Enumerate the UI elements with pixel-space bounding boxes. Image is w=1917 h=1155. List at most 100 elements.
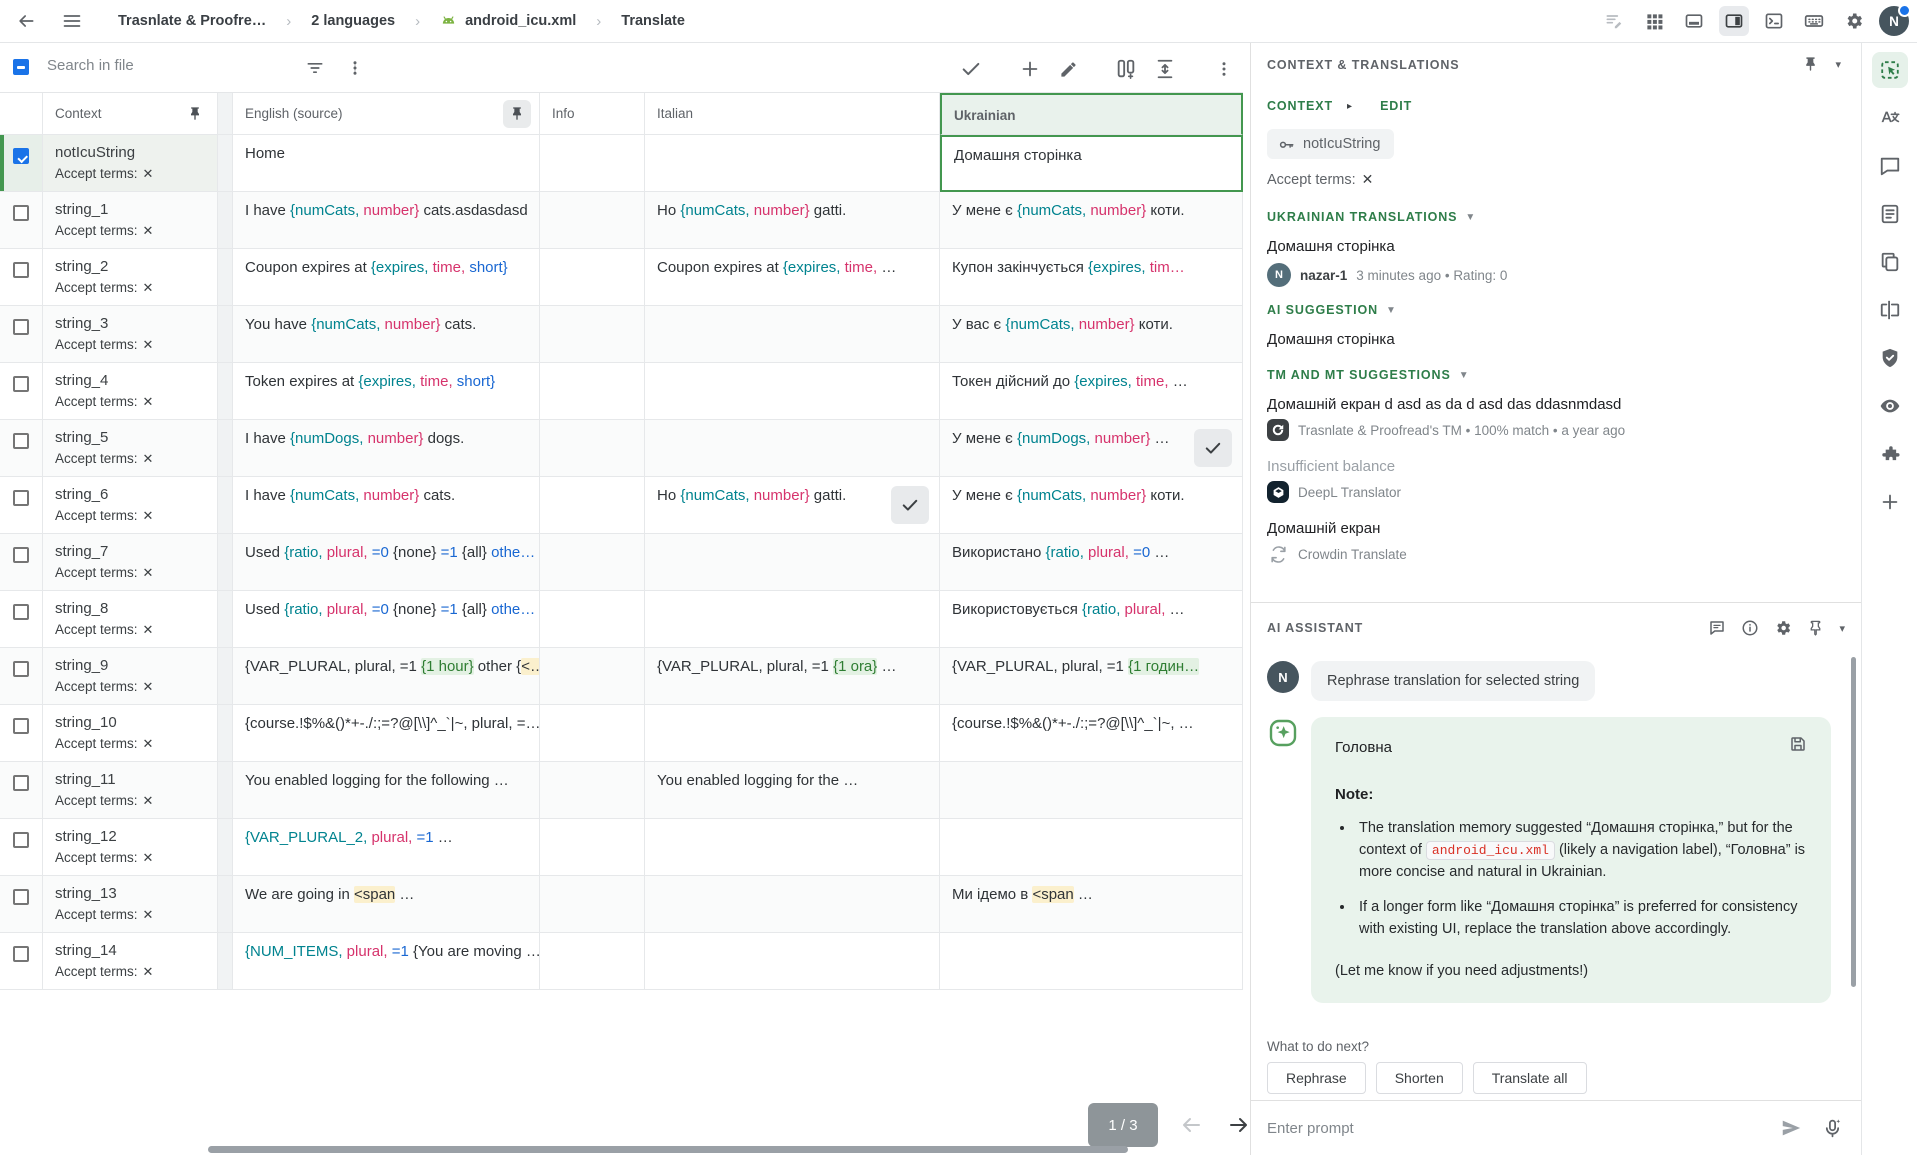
cell-english[interactable]: {NUM_ITEMS, plural, =1 {You are moving …	[233, 933, 540, 990]
cell-ukrainian[interactable]	[940, 819, 1243, 876]
cell-english[interactable]: Home	[233, 135, 540, 192]
prev-page-arrow-icon[interactable]	[1176, 1110, 1206, 1140]
cell-info[interactable]	[540, 648, 645, 705]
cell-english[interactable]: I have {numCats, number} cats.asdasdasd	[233, 192, 540, 249]
row-checkbox[interactable]	[13, 946, 29, 962]
cell-english[interactable]: {VAR_PLURAL_2, plural, =1 …	[233, 819, 540, 876]
cell-italian[interactable]	[645, 819, 940, 876]
cell-context[interactable]: string_1Accept terms:✕	[43, 192, 218, 249]
cell-italian[interactable]: You enabled logging for the …	[645, 762, 940, 819]
cell-context[interactable]: string_3Accept terms:✕	[43, 306, 218, 363]
row-checkbox[interactable]	[13, 490, 29, 506]
cell-context[interactable]: string_12Accept terms:✕	[43, 819, 218, 876]
cell-info[interactable]	[540, 192, 645, 249]
pin-icon[interactable]	[1802, 56, 1819, 73]
cell-english[interactable]: You have {numCats, number} cats.	[233, 306, 540, 363]
context-article-icon[interactable]	[1872, 196, 1908, 232]
pin-icon[interactable]	[181, 100, 209, 128]
cell-italian[interactable]	[645, 705, 940, 762]
tm-section-header[interactable]: TM AND MT SUGGESTIONS▼	[1267, 368, 1841, 382]
chevron-down-icon[interactable]: ▾	[1835, 58, 1841, 71]
cell-ukrainian[interactable]	[940, 762, 1243, 819]
split-view-icon[interactable]	[1112, 55, 1140, 83]
tm-suggestion-text[interactable]: Insufficient balance	[1267, 458, 1841, 475]
horizontal-scrollbar[interactable]	[208, 1146, 1128, 1153]
edit-queue-icon[interactable]	[1599, 6, 1629, 36]
keyboard-icon[interactable]	[1799, 6, 1829, 36]
cell-english[interactable]: Token expires at {expires, time, short}	[233, 363, 540, 420]
row-checkbox[interactable]	[13, 205, 29, 221]
shorten-button[interactable]: Shorten	[1376, 1062, 1463, 1094]
cell-italian[interactable]	[645, 591, 940, 648]
ai-suggestion-section-header[interactable]: AI SUGGESTION▼	[1267, 303, 1841, 317]
search-input[interactable]: Search in file	[47, 57, 134, 74]
cell-info[interactable]	[540, 477, 645, 534]
cell-italian[interactable]: Coupon expires at {expires, time, …	[645, 249, 940, 306]
cell-ukrainian[interactable]: У мене є {numCats, number} коти.	[940, 477, 1243, 534]
cell-english[interactable]: {course.!$%&()*+-./:;=?@[\\]^_`|~, plura…	[233, 705, 540, 762]
layout-bottom-icon[interactable]	[1679, 6, 1709, 36]
info-icon[interactable]	[1741, 619, 1759, 637]
user-avatar[interactable]: N	[1879, 6, 1909, 36]
cell-ukrainian[interactable]: Токен дійсний до {expires, time, …	[940, 363, 1243, 420]
microphone-icon[interactable]	[1822, 1118, 1843, 1139]
layout-side-icon[interactable]	[1719, 6, 1749, 36]
context-label[interactable]: CONTEXT	[1267, 99, 1333, 113]
translate-icon[interactable]	[1872, 100, 1908, 136]
ai-suggestion-text[interactable]: Домашня сторінка	[1267, 331, 1841, 348]
cell-context[interactable]: string_10Accept terms:✕	[43, 705, 218, 762]
menu-icon[interactable]	[54, 3, 90, 39]
breadcrumb-languages[interactable]: 2 languages	[311, 13, 395, 29]
breadcrumb-file[interactable]: android_icu.xml	[440, 13, 576, 30]
comments-icon[interactable]	[1872, 148, 1908, 184]
cell-info[interactable]	[540, 249, 645, 306]
cell-info[interactable]	[540, 819, 645, 876]
cell-english[interactable]: I have {numCats, number} cats.	[233, 477, 540, 534]
header-info[interactable]: Info	[540, 93, 645, 135]
header-ukrainian[interactable]: Ukrainian	[940, 93, 1243, 135]
grid-view-icon[interactable]	[1639, 6, 1669, 36]
tm-suggestion-text[interactable]: Домашній екран	[1267, 520, 1841, 537]
back-arrow-icon[interactable]	[8, 3, 44, 39]
cell-ukrainian[interactable]: Купон закінчується {expires, tim…	[940, 249, 1243, 306]
rephrase-button[interactable]: Rephrase	[1267, 1062, 1366, 1094]
cell-ukrainian[interactable]: У вас є {numCats, number} коти.	[940, 306, 1243, 363]
header-italian[interactable]: Italian	[645, 93, 940, 135]
cell-italian[interactable]: Ho {numCats, number} gatti.	[645, 192, 940, 249]
translations-section-header[interactable]: UKRAINIAN TRANSLATIONS▼	[1267, 210, 1841, 224]
preview-eye-icon[interactable]	[1872, 388, 1908, 424]
cell-english[interactable]: Used {ratio, plural, =0 {none} =1 {all} …	[233, 591, 540, 648]
chevron-down-icon[interactable]: ▾	[1839, 622, 1845, 635]
cell-english[interactable]: We are going in <span …	[233, 876, 540, 933]
cell-ukrainian[interactable]: Використовується {ratio, plural, …	[940, 591, 1243, 648]
cell-info[interactable]	[540, 933, 645, 990]
tm-suggestion-text[interactable]: Домашній екран d asd as da d asd das dda…	[1267, 396, 1841, 413]
row-checkbox[interactable]	[13, 775, 29, 791]
row-checkbox[interactable]	[13, 433, 29, 449]
breadcrumb-mode[interactable]: Translate	[621, 13, 685, 29]
row-checkbox[interactable]	[13, 547, 29, 563]
file-compare-icon[interactable]	[1872, 292, 1908, 328]
qa-shield-check-icon[interactable]	[1872, 340, 1908, 376]
row-checkbox[interactable]	[13, 889, 29, 905]
pin-icon[interactable]	[1807, 620, 1824, 637]
cell-context[interactable]: string_2Accept terms:✕	[43, 249, 218, 306]
cell-context[interactable]: string_6Accept terms:✕	[43, 477, 218, 534]
chat-scrollbar[interactable]	[1851, 657, 1856, 987]
cell-english[interactable]: I have {numDogs, number} dogs.	[233, 420, 540, 477]
cell-italian[interactable]	[645, 933, 940, 990]
cell-english[interactable]: Coupon expires at {expires, time, short}	[233, 249, 540, 306]
cell-ukrainian[interactable]: Ми ідемо в <span …	[940, 876, 1243, 933]
cell-context[interactable]: notIcuStringAccept terms:✕	[43, 135, 218, 192]
cell-ukrainian[interactable]: Домашня сторінка	[940, 135, 1243, 192]
plugins-puzzle-icon[interactable]	[1872, 436, 1908, 472]
string-key-chip[interactable]: notIcuString	[1267, 129, 1394, 159]
author-name[interactable]: nazar-1	[1300, 268, 1347, 283]
send-icon[interactable]	[1780, 1117, 1802, 1139]
cell-english[interactable]: {VAR_PLURAL, plural, =1 {1 hour} other {…	[233, 648, 540, 705]
vertical-fit-icon[interactable]	[1151, 55, 1179, 83]
cell-info[interactable]	[540, 762, 645, 819]
row-checkbox[interactable]	[13, 604, 29, 620]
cell-italian[interactable]	[645, 363, 940, 420]
cell-italian[interactable]	[645, 534, 940, 591]
